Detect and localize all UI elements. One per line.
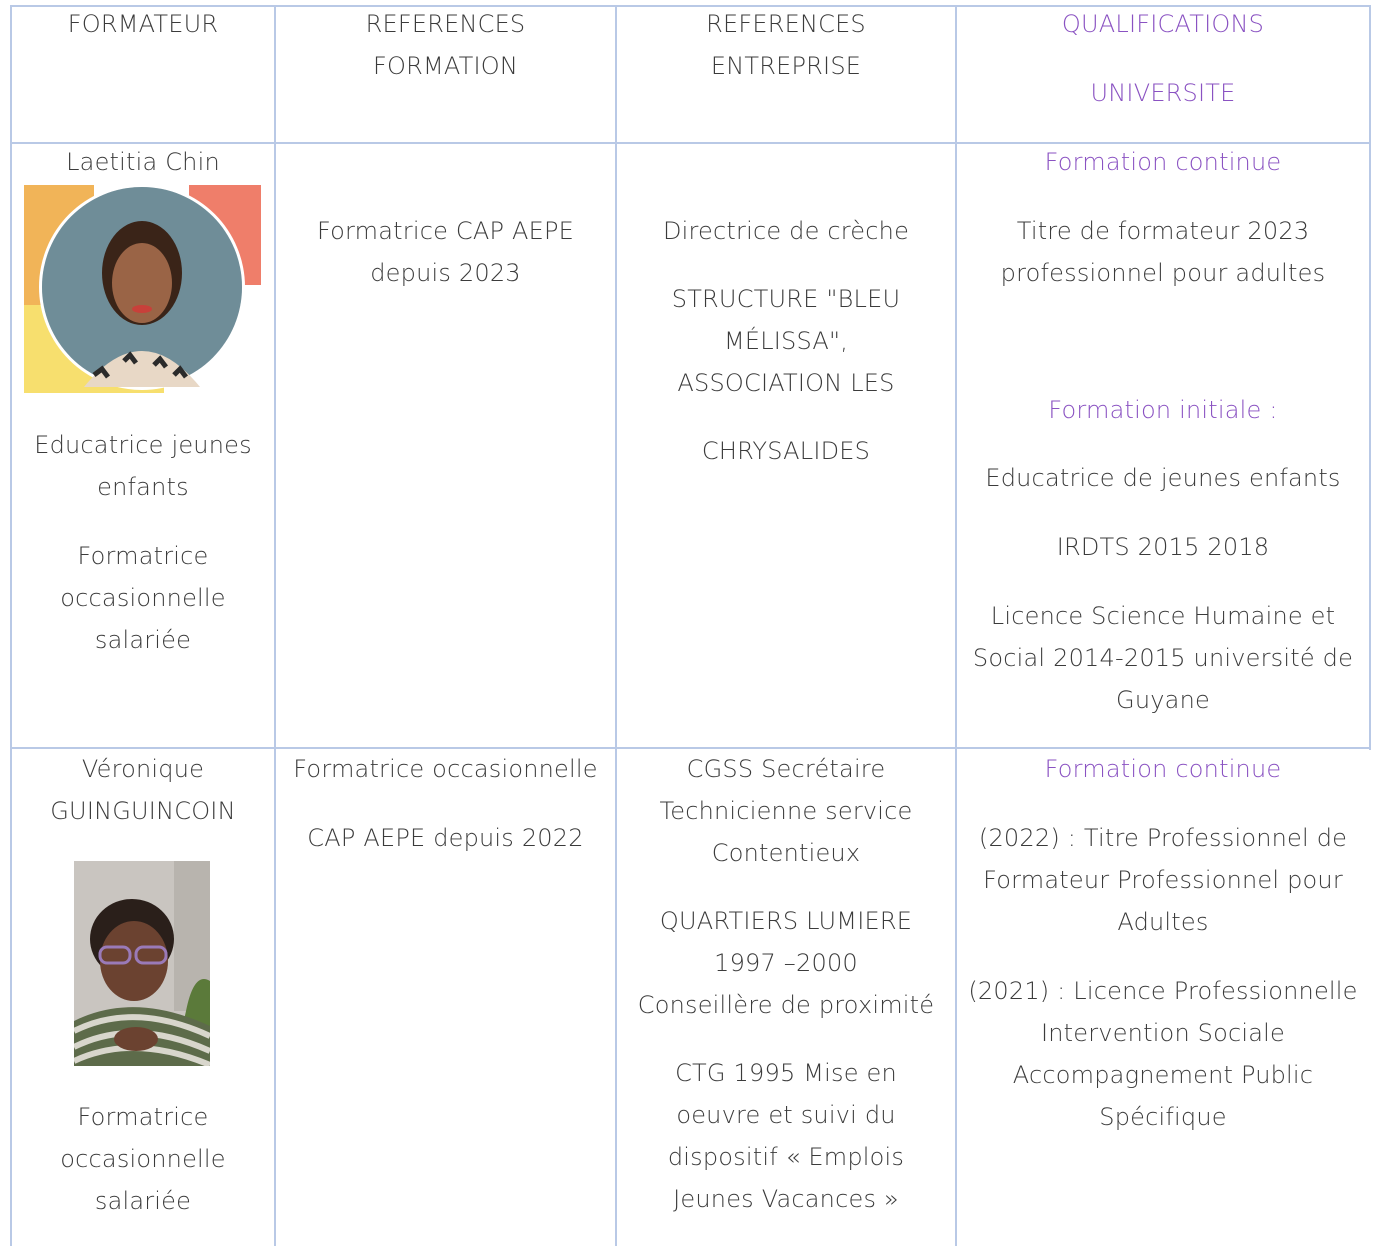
entreprise-line: MÉLISSA",: [723, 327, 849, 355]
formation-initiale-title: Formation initiale :: [1048, 396, 1278, 424]
header-universite: UNIVERSITE: [957, 72, 1369, 114]
entreprise-line: ASSOCIATION LES: [677, 369, 895, 397]
entreprise-line: oeuvre et suivi du: [676, 1101, 896, 1129]
entreprise-line: CGSS Secrétaire: [686, 755, 886, 783]
table-border-right: [1369, 5, 1371, 750]
header-formateur: FORMATEUR: [12, 3, 274, 45]
entreprise-line: CHRYSALIDES: [701, 437, 871, 465]
trainer-name: GUINGUINCOIN: [50, 797, 236, 825]
row2-ref-formation: Formatrice occasionnelle CAP AEPE depuis…: [276, 748, 615, 859]
row1-trainer-name: Laetitia Chin: [12, 141, 274, 183]
role-line: occasionnelle: [60, 584, 226, 612]
entreprise-line: QUARTIERS LUMIERE: [659, 907, 913, 935]
entreprise-line: Technicienne service: [659, 797, 913, 825]
qualif-line: Adultes: [1117, 908, 1209, 936]
trainer-name: Véronique: [81, 755, 205, 783]
qualif-line: Spécifique: [1099, 1103, 1227, 1131]
role-line: salariée: [94, 1187, 192, 1215]
qualif-line: Educatrice de jeunes enfants: [985, 464, 1341, 492]
row1-trainer-roles: Educatrice jeunes enfants Formatrice occ…: [12, 424, 274, 661]
role-line: salariée: [94, 626, 192, 654]
header-ref-entreprise-line1: REFERENCES: [706, 10, 866, 38]
qualif-line: (2021) : Licence Professionnelle: [968, 977, 1358, 1005]
entreprise-line: Directrice de crèche: [662, 217, 910, 245]
role-line: Formatrice: [77, 542, 209, 570]
qualif-line: Formateur Professionnel pour: [983, 866, 1343, 894]
header-ref-entreprise: REFERENCES ENTREPRISE: [617, 3, 955, 87]
formation-line: Formatrice CAP AEPE: [317, 217, 574, 245]
entreprise-line: CTG 1995 Mise en: [675, 1059, 897, 1087]
role-line: occasionnelle: [60, 1145, 226, 1173]
qualif-line: professionnel pour adultes: [1000, 259, 1326, 287]
qualif-line: (2022) : Titre Professionnel de: [978, 824, 1348, 852]
qualif-line: Guyane: [1116, 686, 1210, 714]
header-qualifications-text: QUALIFICATIONS: [1061, 10, 1265, 38]
header-universite-text: UNIVERSITE: [1090, 79, 1236, 107]
qualif-line: Titre de formateur 2023: [1016, 217, 1310, 245]
formation-continue-title: Formation continue: [1044, 148, 1282, 176]
entreprise-line: Contentieux: [711, 839, 861, 867]
row1-qualifications: Formation continue Titre de formateur 20…: [957, 141, 1369, 721]
row1-ref-formation: Formatrice CAP AEPE depuis 2023: [276, 210, 615, 294]
row2-trainer-name: Véronique GUINGUINCOIN: [12, 748, 274, 832]
qualif-line: Intervention Sociale: [1040, 1019, 1286, 1047]
trainer-photo-veronique: [74, 861, 210, 1066]
trainer-name: Laetitia Chin: [66, 148, 220, 176]
header-ref-formation-line2: FORMATION: [372, 52, 518, 80]
entreprise-line: 1997 –2000: [714, 949, 858, 977]
formation-continue-title: Formation continue: [1044, 755, 1282, 783]
entreprise-line: Jeunes Vacances »: [673, 1185, 899, 1213]
entreprise-line: Conseillère de proximité: [637, 991, 935, 1019]
entreprise-line: STRUCTURE "BLEU: [671, 285, 901, 313]
trainer-photo-laetitia: [24, 185, 261, 393]
header-ref-entreprise-line2: ENTREPRISE: [710, 52, 862, 80]
role-line: Educatrice jeunes: [34, 431, 252, 459]
row2-ref-entreprise: CGSS Secrétaire Technicienne service Con…: [617, 748, 955, 1220]
table-border-col2: [274, 5, 276, 1246]
role-line: enfants: [97, 473, 189, 501]
qualif-line: Licence Science Humaine et: [990, 602, 1336, 630]
qualif-line: Accompagnement Public: [1012, 1061, 1314, 1089]
role-line: Formatrice: [77, 1103, 209, 1131]
formation-line: CAP AEPE depuis 2022: [307, 824, 584, 852]
header-qualifications: QUALIFICATIONS: [957, 3, 1369, 45]
row2-qualifications: Formation continue (2022) : Titre Profes…: [957, 748, 1369, 1138]
formation-line: depuis 2023: [370, 259, 521, 287]
row1-ref-entreprise: Directrice de crèche STRUCTURE "BLEU MÉL…: [617, 210, 955, 472]
formation-line: Formatrice occasionnelle: [293, 755, 598, 783]
header-ref-formation: REFERENCES FORMATION: [276, 3, 615, 87]
row2-trainer-role: Formatrice occasionnelle salariée: [12, 1096, 274, 1222]
qualif-line: Social 2014-2015 université de: [972, 644, 1354, 672]
entreprise-line: dispositif « Emplois: [667, 1143, 905, 1171]
header-ref-formation-line1: REFERENCES: [365, 10, 526, 38]
header-formateur-text: FORMATEUR: [67, 10, 219, 38]
qualif-line: IRDTS 2015 2018: [1056, 533, 1270, 561]
